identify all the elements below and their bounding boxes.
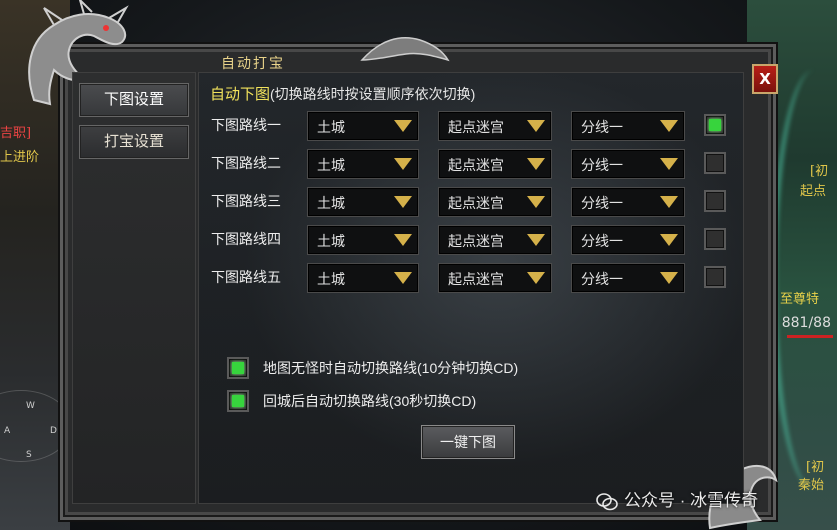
route-label: 下图路线五 — [211, 269, 281, 285]
dropdown-arrow-icon — [527, 158, 545, 170]
dropdown-arrow-icon — [527, 234, 545, 246]
sidebar: 下图设置 打宝设置 — [72, 72, 196, 504]
map-select-value: 土城 — [317, 233, 345, 249]
destination-select-value: 起点迷宫 — [448, 195, 504, 211]
window-title: 自动打宝 — [221, 56, 285, 72]
auto-switch-after-return-checkbox[interactable] — [227, 390, 249, 412]
dragon-ornament-top — [360, 37, 450, 62]
tab-map-settings[interactable]: 下图设置 — [79, 83, 189, 117]
watermark-text: 公众号 · 冰雪传奇 — [624, 491, 759, 510]
destination-select-value: 起点迷宫 — [448, 233, 504, 249]
map-select-value: 土城 — [317, 119, 345, 135]
watermark: 公众号 · 冰雪传奇 — [596, 486, 758, 511]
npc-label: 至尊特 — [780, 292, 820, 307]
npc-label: [初 — [810, 164, 829, 179]
dropdown-arrow-icon — [527, 196, 545, 208]
dropdown-arrow-icon — [394, 272, 412, 284]
destination-select-value: 起点迷宫 — [448, 119, 504, 135]
route-label: 下图路线一 — [211, 117, 281, 133]
wechat-icon — [596, 492, 618, 510]
option-label: 回城后自动切换路线(30秒切换CD) — [263, 393, 477, 409]
line-select[interactable]: 分线一 — [571, 111, 685, 141]
compass-s: S — [26, 450, 32, 460]
panel-title-text: 自动下图 — [210, 86, 271, 103]
dropdown-arrow-icon — [527, 120, 545, 132]
dropdown-arrow-icon — [394, 158, 412, 170]
route-enable-checkbox[interactable] — [704, 152, 726, 174]
map-select[interactable]: 土城 — [307, 149, 419, 179]
npc-label: 秦始 — [798, 478, 825, 493]
line-select-value: 分线一 — [581, 119, 623, 135]
one-click-descend-button[interactable]: 一键下图 — [421, 425, 515, 459]
destination-select-value: 起点迷宫 — [448, 271, 504, 287]
compass-a: A — [4, 426, 11, 436]
dropdown-arrow-icon — [660, 120, 678, 132]
auto-switch-no-monster-checkbox[interactable] — [227, 357, 249, 379]
compass-w: W — [26, 401, 35, 411]
dropdown-arrow-icon — [527, 272, 545, 284]
dropdown-arrow-icon — [660, 196, 678, 208]
line-select[interactable]: 分线一 — [571, 263, 685, 293]
map-select-value: 土城 — [317, 195, 345, 211]
route-label: 下图路线二 — [211, 155, 281, 171]
compass-d: D — [50, 426, 57, 436]
line-select[interactable]: 分线一 — [571, 187, 685, 217]
option-label: 地图无怪时自动切换路线(10分钟切换CD) — [263, 360, 519, 376]
route-label: 下图路线四 — [211, 231, 281, 247]
tab-loot-settings[interactable]: 打宝设置 — [79, 125, 189, 159]
dropdown-arrow-icon — [660, 272, 678, 284]
destination-select[interactable]: 起点迷宫 — [438, 225, 552, 255]
panel-title: 自动下图(切换路线时按设置顺序依次切换) — [210, 83, 475, 104]
dropdown-arrow-icon — [394, 120, 412, 132]
map-select-value: 土城 — [317, 271, 345, 287]
npc-label: 起点 — [800, 184, 827, 199]
settings-panel: 自动下图(切换路线时按设置顺序依次切换) 下图路线一 土城 起点迷宫 分线一 下… — [198, 72, 744, 504]
route-enable-checkbox[interactable] — [704, 228, 726, 250]
line-select-value: 分线一 — [581, 233, 623, 249]
destination-select[interactable]: 起点迷宫 — [438, 111, 552, 141]
line-select-value: 分线一 — [581, 271, 623, 287]
line-select-value: 分线一 — [581, 195, 623, 211]
destination-select[interactable]: 起点迷宫 — [438, 187, 552, 217]
line-select[interactable]: 分线一 — [571, 225, 685, 255]
map-select[interactable]: 土城 — [307, 111, 419, 141]
route-enable-checkbox[interactable] — [704, 114, 726, 136]
npc-label: [初 — [806, 460, 825, 475]
route-label: 下图路线三 — [211, 193, 281, 209]
route-enable-checkbox[interactable] — [704, 190, 726, 212]
map-select[interactable]: 土城 — [307, 187, 419, 217]
close-button[interactable]: X — [752, 64, 778, 94]
hp-bar — [787, 335, 833, 338]
dropdown-arrow-icon — [660, 234, 678, 246]
route-enable-checkbox[interactable] — [704, 266, 726, 288]
destination-select[interactable]: 起点迷宫 — [438, 263, 552, 293]
dropdown-arrow-icon — [394, 234, 412, 246]
line-select-value: 分线一 — [581, 157, 623, 173]
npc-label: 吉职] — [0, 126, 32, 141]
dropdown-arrow-icon — [660, 158, 678, 170]
map-select[interactable]: 土城 — [307, 263, 419, 293]
npc-label: 上进阶 — [0, 150, 40, 165]
map-select-value: 土城 — [317, 157, 345, 173]
map-select[interactable]: 土城 — [307, 225, 419, 255]
destination-select-value: 起点迷宫 — [448, 157, 504, 173]
hp-readout: 881/88 — [781, 315, 831, 331]
line-select[interactable]: 分线一 — [571, 149, 685, 179]
panel-subtitle: (切换路线时按设置顺序依次切换) — [270, 86, 476, 102]
destination-select[interactable]: 起点迷宫 — [438, 149, 552, 179]
dropdown-arrow-icon — [394, 196, 412, 208]
